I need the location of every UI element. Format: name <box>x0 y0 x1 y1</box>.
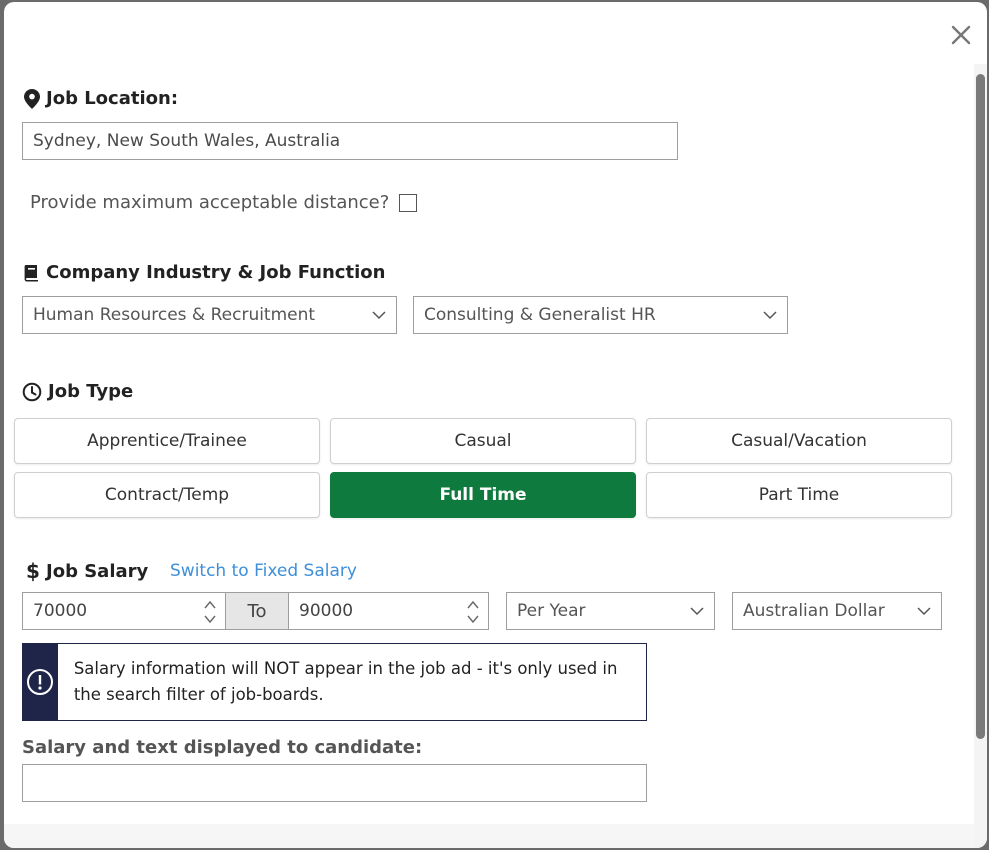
switch-to-fixed-salary-link[interactable]: Switch to Fixed Salary <box>170 561 357 581</box>
spinner-icon[interactable] <box>203 598 217 626</box>
salary-min-input[interactable]: 70000 <box>22 592 226 630</box>
job-salary-title: Job Salary <box>46 560 149 582</box>
job-location-title: Job Location: <box>46 88 179 109</box>
job-salary-heading: $ Job Salary <box>26 560 148 582</box>
job-type-full-time[interactable]: Full Time <box>330 472 636 518</box>
job-type-label: Casual <box>454 431 512 451</box>
job-type-contract-temp[interactable]: Contract/Temp <box>14 472 320 518</box>
salary-notice-text: Salary information will NOT appear in th… <box>73 659 618 704</box>
job-type-label: Part Time <box>758 485 840 505</box>
book-icon <box>24 264 38 281</box>
job-type-apprentice-trainee[interactable]: Apprentice/Trainee <box>14 418 320 464</box>
salary-display-label: Salary and text displayed to candidate: <box>22 737 423 758</box>
job-type-heading: Job Type <box>22 381 133 402</box>
industry-heading: Company Industry & Job Function <box>24 262 385 283</box>
job-type-label: Contract/Temp <box>104 485 230 505</box>
salary-min-value: 70000 <box>33 601 88 621</box>
distance-checkbox[interactable] <box>399 193 418 212</box>
job-type-casual[interactable]: Casual <box>330 418 636 464</box>
distance-label: Provide maximum acceptable distance? <box>30 192 390 213</box>
distance-row: Provide maximum acceptable distance? <box>30 192 418 213</box>
dollar-icon: $ <box>26 560 40 582</box>
job-type-label: Apprentice/Trainee <box>87 431 247 451</box>
chevron-down-icon <box>690 607 704 616</box>
job-type-casual-vacation[interactable]: Casual/Vacation <box>646 418 952 464</box>
info-icon <box>27 669 54 695</box>
job-details-modal: Job Location: Provide maximum acceptable… <box>4 2 987 848</box>
salary-period-select[interactable]: Per Year <box>506 592 715 630</box>
salary-max-input[interactable]: 90000 <box>288 592 489 630</box>
job-type-label: Casual/Vacation <box>731 431 867 451</box>
salary-display-input[interactable] <box>22 764 647 802</box>
currency-select[interactable]: Australian Dollar <box>732 592 942 630</box>
industry-select-value: Human Resources & Recruitment <box>33 305 316 325</box>
chevron-down-icon <box>763 311 777 320</box>
notice-icon-panel <box>23 644 58 720</box>
salary-period-value: Per Year <box>517 601 586 621</box>
salary-notice: Salary information will NOT appear in th… <box>22 643 647 721</box>
spinner-icon[interactable] <box>466 598 480 626</box>
job-type-part-time[interactable]: Part Time <box>646 472 952 518</box>
scrollbar[interactable] <box>974 64 987 848</box>
job-function-select[interactable]: Consulting & Generalist HR <box>413 296 788 334</box>
chevron-down-icon <box>917 607 931 616</box>
scrollbar-thumb[interactable] <box>976 74 985 739</box>
job-location-input[interactable] <box>22 122 678 160</box>
map-marker-icon <box>24 88 40 109</box>
job-function-select-value: Consulting & Generalist HR <box>424 305 656 325</box>
job-type-title: Job Type <box>48 381 134 402</box>
modal-footer-strip <box>4 824 974 848</box>
clock-icon <box>22 382 42 401</box>
chevron-down-icon <box>372 311 386 320</box>
svg-text:$: $ <box>26 560 40 582</box>
salary-to-label: To <box>226 592 288 630</box>
industry-title: Company Industry & Job Function <box>46 262 386 283</box>
currency-value: Australian Dollar <box>743 601 885 621</box>
salary-max-value: 90000 <box>299 601 354 621</box>
industry-select[interactable]: Human Resources & Recruitment <box>22 296 397 334</box>
job-location-heading: Job Location: <box>24 88 178 109</box>
job-type-label: Full Time <box>439 485 527 505</box>
close-icon[interactable] <box>946 20 976 50</box>
